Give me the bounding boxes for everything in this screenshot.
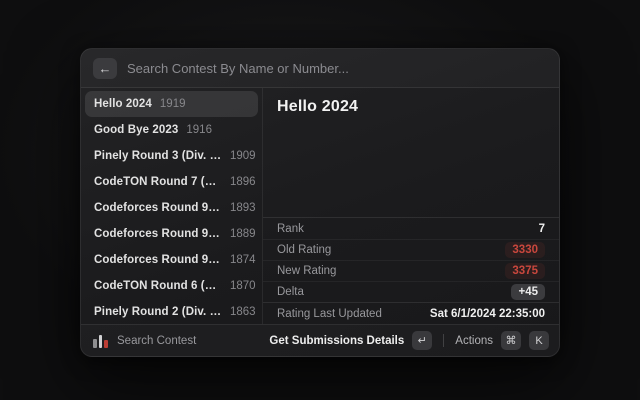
command-title: Search Contest [117, 335, 196, 347]
metadata-label: New Rating [277, 265, 336, 277]
contest-rating: 1863 [230, 306, 256, 318]
contest-name: Codeforces Round 906 (Div. 1) [94, 228, 222, 240]
contest-list-item[interactable]: Codeforces Round 906 (Div. 1) 1889 [85, 221, 258, 247]
back-button[interactable]: ← [93, 58, 117, 79]
delta-badge: +45 [511, 284, 545, 300]
metadata-label: Rating Last Updated [277, 308, 382, 320]
codeforces-logo-icon [93, 333, 109, 348]
search-input[interactable] [127, 61, 547, 76]
contest-list-item[interactable]: CodeTON Round 6 (Div. 1 + Di… 1870 [85, 273, 258, 299]
contest-list-item[interactable]: CodeTON Round 7 (Div. 1 + Di… 1896 [85, 169, 258, 195]
contest-rating: 1916 [186, 124, 212, 136]
contest-rating: 1896 [230, 176, 256, 188]
contest-search-window: ← Hello 2024 1919 Good Bye 2023 1916 Pin… [80, 48, 560, 357]
detail-spacer [263, 126, 559, 217]
new-rating-badge: 3375 [505, 263, 545, 279]
contest-list-item[interactable]: Codeforces Round 901 (Div. 1) 1874 [85, 247, 258, 273]
contest-rating: 1874 [230, 254, 256, 266]
action-bar-divider [443, 334, 444, 347]
metadata-row-last-updated: Rating Last Updated Sat 6/1/2024 22:35:0… [263, 302, 559, 324]
old-rating-badge: 3330 [505, 242, 545, 258]
primary-action-button[interactable]: Get Submissions Details [269, 335, 404, 347]
logo-bar [93, 339, 97, 348]
contest-name: Hello 2024 [94, 98, 152, 110]
metadata-label: Old Rating [277, 244, 331, 256]
contest-name: Good Bye 2023 [94, 124, 178, 136]
action-bar: Search Contest Get Submissions Details ↵… [81, 324, 559, 356]
contest-rating: 1893 [230, 202, 256, 214]
contest-list-item[interactable]: Good Bye 2023 1916 [85, 117, 258, 143]
contest-detail-panel: Hello 2024 Rank 7 Old Rating 3330 New Ra… [263, 88, 559, 324]
metadata-row-rank: Rank 7 [263, 218, 559, 239]
metadata-label: Delta [277, 286, 304, 298]
last-updated-value: Sat 6/1/2024 22:35:00 [430, 308, 545, 320]
contest-rating: 1919 [160, 98, 186, 110]
search-bar: ← [81, 49, 559, 88]
contest-list-item[interactable]: Hello 2024 1919 [85, 91, 258, 117]
metadata-row-old-rating: Old Rating 3330 [263, 239, 559, 260]
logo-bar [104, 340, 108, 348]
contest-name: Pinely Round 3 (Div. 1 + Div. 2) [94, 150, 222, 162]
k-key-icon[interactable]: K [529, 331, 549, 350]
contest-name: Pinely Round 2 (Div. 1 + Div. 2) [94, 306, 222, 318]
contest-list: Hello 2024 1919 Good Bye 2023 1916 Pinel… [81, 88, 263, 324]
main-content: Hello 2024 1919 Good Bye 2023 1916 Pinel… [81, 88, 559, 324]
contest-name: Codeforces Round 901 (Div. 1) [94, 254, 222, 266]
contest-rating: 1870 [230, 280, 256, 292]
rank-value: 7 [539, 223, 545, 235]
contest-list-item[interactable]: Pinely Round 2 (Div. 1 + Div. 2) 1863 [85, 299, 258, 324]
contest-metadata: Rank 7 Old Rating 3330 New Rating 3375 D… [263, 217, 559, 324]
cmd-key-icon[interactable]: ⌘ [501, 331, 521, 350]
contest-detail-title: Hello 2024 [263, 88, 559, 126]
contest-list-item[interactable]: Codeforces Round 908 (Div. 1) 1893 [85, 195, 258, 221]
contest-name: CodeTON Round 6 (Div. 1 + Di… [94, 280, 222, 292]
metadata-row-new-rating: New Rating 3375 [263, 260, 559, 281]
logo-bar [99, 335, 103, 348]
metadata-label: Rank [277, 223, 304, 235]
contest-rating: 1909 [230, 150, 256, 162]
enter-key-icon[interactable]: ↵ [412, 331, 432, 350]
actions-menu-button[interactable]: Actions [455, 335, 493, 347]
contest-name: CodeTON Round 7 (Div. 1 + Di… [94, 176, 222, 188]
metadata-row-delta: Delta +45 [263, 281, 559, 302]
back-arrow-icon: ← [99, 61, 112, 76]
contest-list-item[interactable]: Pinely Round 3 (Div. 1 + Div. 2) 1909 [85, 143, 258, 169]
contest-name: Codeforces Round 908 (Div. 1) [94, 202, 222, 214]
contest-rating: 1889 [230, 228, 256, 240]
